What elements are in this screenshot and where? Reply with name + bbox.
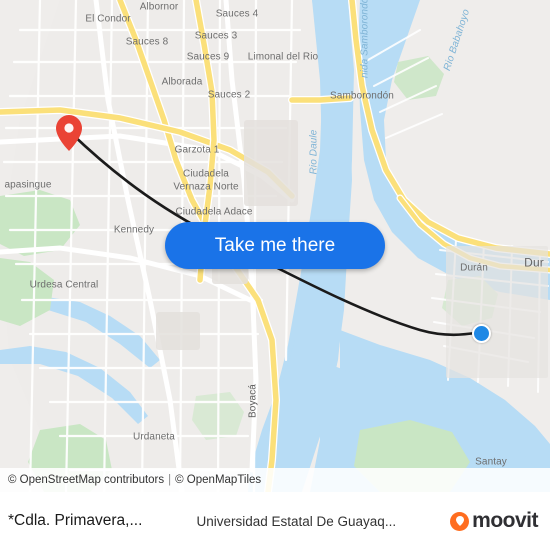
map-attribution: © OpenStreetMap contributors | © OpenMap… — [0, 468, 550, 492]
destination-label: Universidad Estatal De Guayaq... — [196, 513, 397, 529]
trip-footer: *Cdla. Primavera,... Universidad Estatal… — [0, 492, 550, 550]
destination-map-dot[interactable] — [472, 324, 491, 343]
attribution-separator: | — [168, 474, 172, 486]
openmaptiles-attribution-link[interactable]: © OpenMapTiles — [175, 474, 261, 486]
take-me-there-button[interactable]: Take me there — [165, 222, 385, 269]
origin-label: *Cdla. Primavera,... — [8, 512, 143, 529]
map-canvas[interactable]: El Condor Albornor Sauces 4 Sauces 8 Sau… — [0, 0, 550, 492]
osm-attribution-link[interactable]: © OpenStreetMap contributors — [8, 474, 164, 486]
moovit-mark-icon — [450, 511, 470, 531]
map-screen: El Condor Albornor Sauces 4 Sauces 8 Sau… — [0, 0, 550, 550]
moovit-wordmark: moovit — [472, 509, 538, 532]
moovit-logo[interactable]: moovit — [450, 509, 542, 533]
origin-map-pin[interactable] — [56, 115, 82, 151]
